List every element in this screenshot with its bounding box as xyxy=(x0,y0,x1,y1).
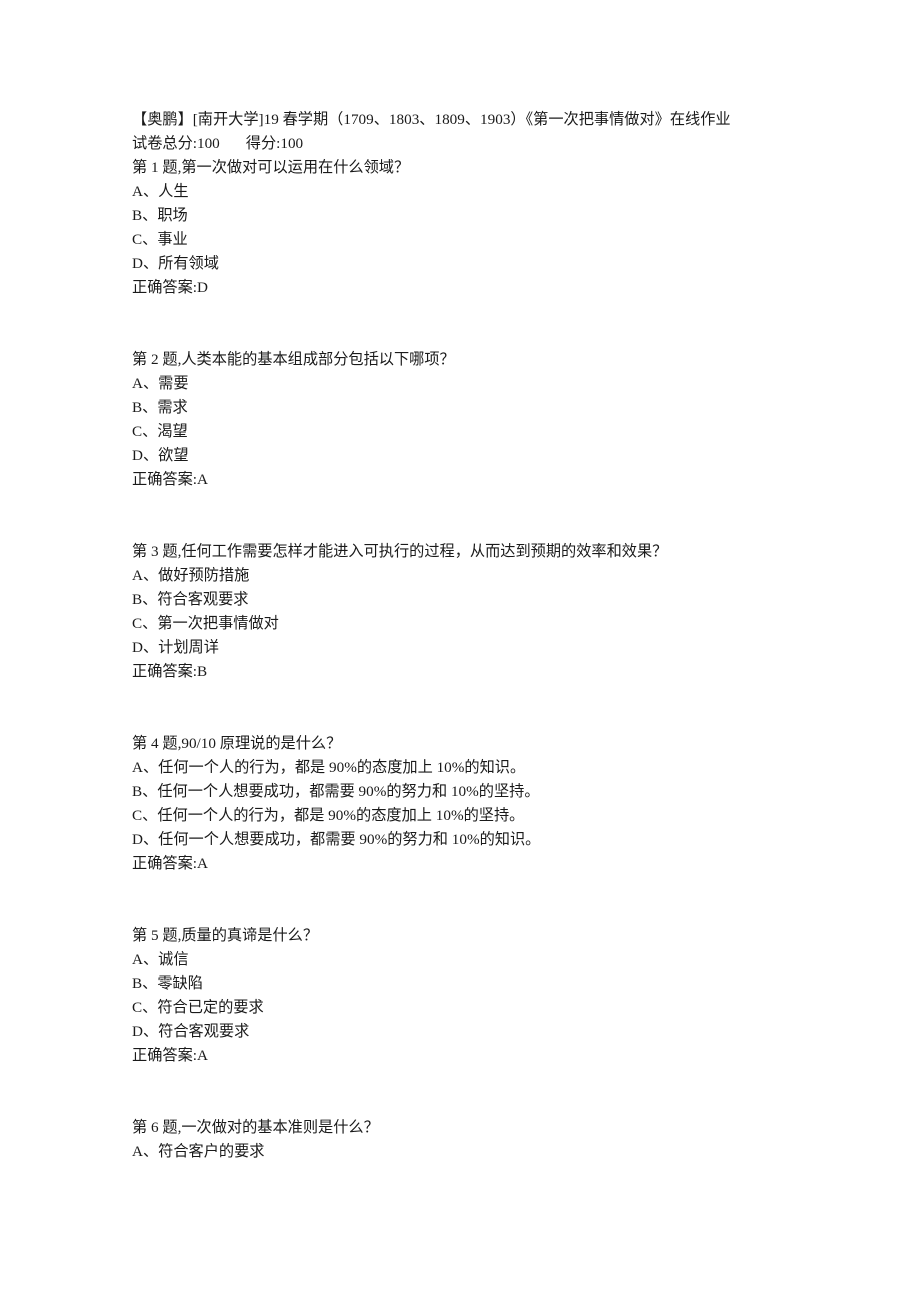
question-option[interactable]: A、任何一个人的行为，都是 90%的态度加上 10%的知识。 xyxy=(132,756,832,780)
correct-answer: 正确答案:B xyxy=(132,663,208,680)
question-block: 第 4 题,90/10 原理说的是什么？ A、任何一个人的行为，都是 90%的态度… xyxy=(132,732,832,876)
question-block: 第 6 题,一次做对的基本准则是什么？ A、符合客户的要求 xyxy=(132,1116,832,1164)
question-option[interactable]: C、任何一个人的行为，都是 90%的态度加上 10%的坚持。 xyxy=(132,804,832,828)
question-option[interactable]: B、符合客观要求 xyxy=(132,588,832,612)
question-stem: 第 6 题,一次做对的基本准则是什么？ xyxy=(132,1119,379,1136)
question-option[interactable]: B、需求 xyxy=(132,396,832,420)
total-score-label: 试卷总分:100 xyxy=(132,135,220,152)
question-option[interactable]: D、任何一个人想要成功，都需要 90%的努力和 10%的知识。 xyxy=(132,828,832,852)
document-title: 【奥鹏】[南开大学]19 春学期（1709、1803、1809、1903）《第一… xyxy=(132,111,731,128)
correct-answer: 正确答案:A xyxy=(132,855,208,872)
question-option[interactable]: A、需要 xyxy=(132,372,832,396)
question-stem: 第 5 题,质量的真谛是什么？ xyxy=(132,927,319,944)
question-option[interactable]: D、计划周详 xyxy=(132,636,832,660)
question-option[interactable]: C、事业 xyxy=(132,228,832,252)
question-stem: 第 2 题,人类本能的基本组成部分包括以下哪项？ xyxy=(132,351,455,368)
obtained-score-label: 得分:100 xyxy=(245,135,304,152)
correct-answer: 正确答案:D xyxy=(132,279,208,296)
question-option[interactable]: C、符合已定的要求 xyxy=(132,996,832,1020)
question-block: 第 1 题,第一次做对可以运用在什么领域？ A、人生 B、职场 C、事业 D、所有领域正… xyxy=(132,156,832,300)
question-option[interactable]: A、符合客户的要求 xyxy=(132,1140,832,1164)
correct-answer: 正确答案:A xyxy=(132,471,208,488)
question-option[interactable]: D、符合客观要求 xyxy=(132,1020,832,1044)
score-summary: 试卷总分:100 得分:100 xyxy=(132,132,832,156)
question-stem: 第 1 题,第一次做对可以运用在什么领域？ xyxy=(132,159,410,176)
question-block: 第 5 题,质量的真谛是什么？ A、诚信 B、零缺陷 C、符合已定的要求 D、符合客观要… xyxy=(132,924,832,1068)
question-option[interactable]: B、职场 xyxy=(132,204,832,228)
question-option[interactable]: D、欲望 xyxy=(132,444,832,468)
question-option[interactable]: C、第一次把事情做对 xyxy=(132,612,832,636)
question-option[interactable]: A、人生 xyxy=(132,180,832,204)
question-option[interactable]: B、任何一个人想要成功，都需要 90%的努力和 10%的坚持。 xyxy=(132,780,832,804)
question-block: 第 2 题,人类本能的基本组成部分包括以下哪项？ A、需要 B、需求 C、渴望 D、欲望… xyxy=(132,348,832,492)
question-block: 第 3 题,任何工作需要怎样才能进入可执行的过程，从而达到预期的效率和效果？ A、… xyxy=(132,540,832,684)
question-option[interactable]: C、渴望 xyxy=(132,420,832,444)
correct-answer: 正确答案:A xyxy=(132,1047,208,1064)
question-stem: 第 4 题,90/10 原理说的是什么？ xyxy=(132,735,342,752)
question-stem: 第 3 题,任何工作需要怎样才能进入可执行的过程，从而达到预期的效率和效果？ xyxy=(132,543,668,560)
question-option[interactable]: D、所有领域 xyxy=(132,252,832,276)
question-option[interactable]: B、零缺陷 xyxy=(132,972,832,996)
question-option[interactable]: A、诚信 xyxy=(132,948,832,972)
question-list: 第 1 题,第一次做对可以运用在什么领域？ A、人生 B、职场 C、事业 D、所有领域正… xyxy=(132,156,832,1164)
question-option[interactable]: A、做好预防措施 xyxy=(132,564,832,588)
exam-document: 【奥鹏】[南开大学]19 春学期（1709、1803、1809、1903）《第一… xyxy=(132,108,832,1164)
